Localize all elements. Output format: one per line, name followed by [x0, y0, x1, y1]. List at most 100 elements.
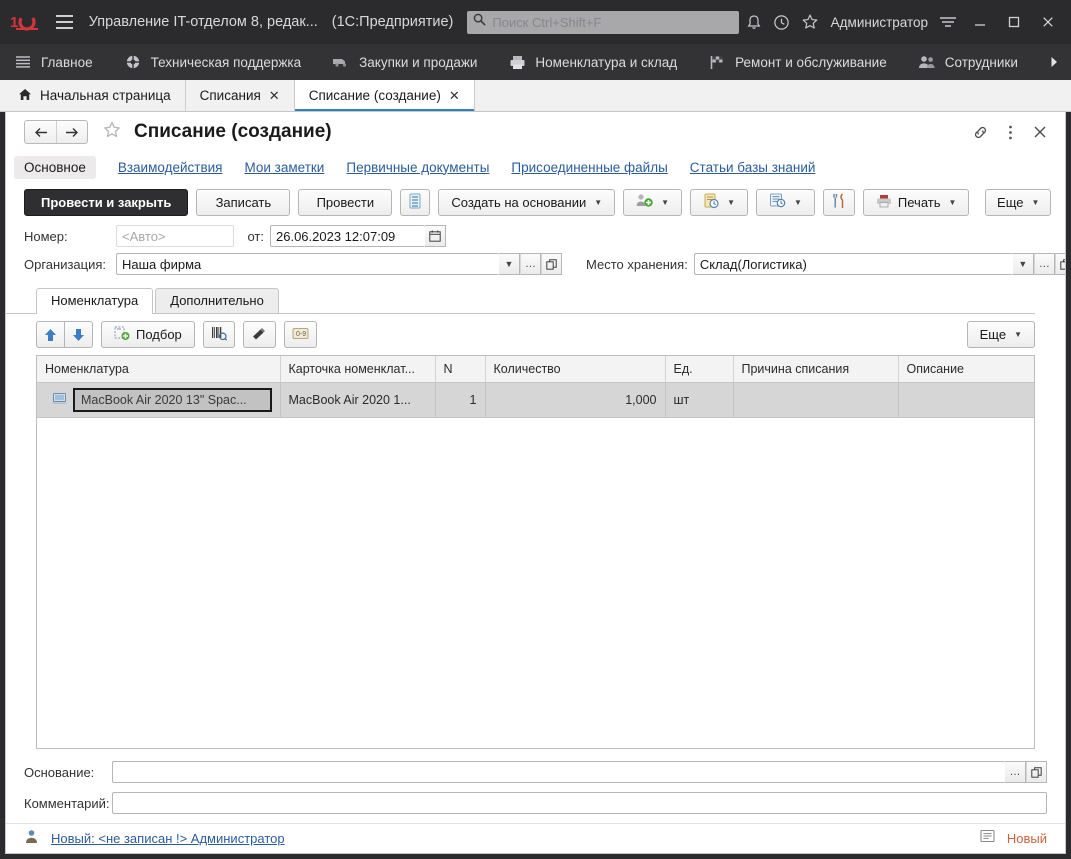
search-input[interactable]: Поиск Ctrl+Shift+F: [467, 11, 739, 34]
maximize-button[interactable]: [997, 7, 1031, 37]
open-record-icon[interactable]: [1026, 761, 1047, 783]
inner-tab-dopolnitelno[interactable]: Дополнительно: [155, 288, 279, 313]
tab-home-page[interactable]: Начальная страница: [6, 80, 186, 111]
close-button[interactable]: [1031, 7, 1065, 37]
post-and-close-button[interactable]: Провести и закрыть: [24, 189, 188, 216]
cell-quantity[interactable]: 1,000: [485, 383, 665, 418]
report-book-button[interactable]: [400, 189, 430, 216]
menu-item-zakupki-i-prodazhi[interactable]: Закупки и продажи: [332, 44, 492, 80]
chevron-down-icon[interactable]: ▼: [1013, 253, 1034, 275]
cell-description[interactable]: [898, 383, 1034, 418]
navlink-stati-bazy-znaniy[interactable]: Статьи базы знаний: [690, 160, 816, 175]
menu-item-glavnoe[interactable]: Главное: [14, 44, 108, 80]
menu-item-nomenklatura-i-sklad[interactable]: Номенклатура и склад: [508, 44, 692, 80]
organization-row: Организация: Наша фирма ▼ …: [6, 250, 562, 278]
cell-n[interactable]: 1: [435, 383, 485, 418]
open-record-icon[interactable]: [541, 253, 562, 275]
organization-input[interactable]: Наша фирма: [116, 253, 499, 275]
people-icon: [918, 53, 936, 71]
settings-lines-icon[interactable]: [934, 7, 962, 37]
cell-unit[interactable]: шт: [665, 383, 733, 418]
ellipsis-select-icon[interactable]: …: [1005, 761, 1026, 783]
status-link[interactable]: Новый: <не записан !> Администратор: [51, 831, 285, 846]
ellipsis-select-icon[interactable]: …: [1034, 253, 1055, 275]
col-description[interactable]: Описание: [898, 356, 1034, 383]
navlink-pervichnye-dokumenty[interactable]: Первичные документы: [346, 160, 489, 175]
arrow-left-icon[interactable]: [25, 121, 56, 143]
date-label: от:: [234, 229, 270, 244]
cell-nomenclature[interactable]: MacBook Air 2020 13" Spac...: [37, 383, 280, 418]
star-outline-icon[interactable]: [102, 120, 122, 145]
history-clock-icon[interactable]: [768, 7, 796, 37]
write-button[interactable]: Записать: [196, 189, 290, 216]
col-quantity[interactable]: Количество: [485, 356, 665, 383]
cell-reason[interactable]: [733, 383, 898, 418]
arrow-up-blue-icon[interactable]: [36, 321, 65, 348]
menu-more-button[interactable]: [1037, 44, 1071, 80]
pick-label: Подбор: [136, 327, 182, 342]
create-based-on-button[interactable]: Создать на основании ▼: [438, 189, 615, 216]
pick-button[interactable]: Подбор: [101, 321, 195, 348]
inner-tab-nomenklatura[interactable]: Номенклатура: [36, 288, 153, 313]
barcode-scan-button[interactable]: [203, 321, 235, 348]
tab-close-icon[interactable]: ✕: [269, 89, 280, 102]
link-icon[interactable]: [965, 117, 995, 147]
current-user-label[interactable]: Администратор: [825, 15, 934, 30]
col-nomenclature[interactable]: Номенклатура: [37, 356, 280, 383]
navlink-osnovnoe[interactable]: Основное: [14, 156, 96, 179]
barcode-scan-icon: [211, 326, 227, 344]
chevron-down-icon[interactable]: ▼: [499, 253, 520, 275]
kebab-menu-icon[interactable]: [995, 117, 1025, 147]
date-input[interactable]: 26.06.2023 12:07:09: [270, 225, 425, 247]
minimize-button[interactable]: [963, 7, 997, 37]
cell-card[interactable]: MacBook Air 2020 1...: [280, 383, 435, 418]
table-empty-area[interactable]: [37, 418, 1034, 748]
menu-item-remont-i-obsluzhivanie[interactable]: Ремонт и обслуживание: [708, 44, 902, 80]
navlink-vzaimodeystviya[interactable]: Взаимодействия: [118, 160, 223, 175]
tab-spisanie-sozdanie[interactable]: Списание (создание) ✕: [295, 80, 475, 111]
digits-box-button[interactable]: 0-9: [284, 321, 317, 348]
col-card[interactable]: Карточка номенклат...: [280, 356, 435, 383]
hamburger-icon[interactable]: [50, 9, 78, 35]
add-contact-button[interactable]: ▼: [623, 189, 682, 216]
arrow-right-icon[interactable]: [56, 121, 87, 143]
basis-input[interactable]: [112, 761, 1005, 783]
print-label: Печать: [898, 195, 941, 210]
favorites-star-icon[interactable]: [796, 7, 824, 37]
bell-icon[interactable]: [739, 7, 767, 37]
scanner-wand-button[interactable]: [243, 321, 276, 348]
col-reason[interactable]: Причина списания: [733, 356, 898, 383]
post-button[interactable]: Провести: [298, 189, 392, 216]
page-title: Списание (создание): [134, 121, 332, 143]
chevron-down-icon: ▼: [661, 198, 669, 207]
1c-logo: 1: [10, 11, 42, 33]
tab-spisaniya[interactable]: Списания ✕: [186, 80, 295, 111]
ellipsis-select-icon[interactable]: …: [520, 253, 541, 275]
doc-history-button[interactable]: ▼: [690, 189, 748, 216]
navlink-moi-zametki[interactable]: Мои заметки: [244, 160, 324, 175]
comment-input[interactable]: [112, 792, 1047, 814]
tools-button[interactable]: [823, 189, 855, 216]
arrow-down-blue-icon[interactable]: [65, 321, 93, 348]
open-record-icon[interactable]: [1055, 253, 1066, 275]
more-button[interactable]: Еще ▼: [985, 189, 1051, 216]
title-bar: 1 Управление IT-отделом 8, редак... (1С:…: [0, 0, 1071, 44]
storage-input[interactable]: Склад(Логистика): [694, 253, 1013, 275]
bottom-fields: Основание: … Комментарий:: [6, 749, 1065, 823]
selected-cell-editor[interactable]: MacBook Air 2020 13" Spac...: [73, 388, 272, 412]
chevron-down-icon: ▼: [727, 198, 735, 207]
number-input[interactable]: <Авто>: [116, 225, 234, 247]
menu-item-tehnicheskaya-podderzhka[interactable]: Техническая поддержка: [124, 44, 317, 80]
calendar-icon[interactable]: [425, 225, 446, 247]
col-n[interactable]: N: [435, 356, 485, 383]
table-row[interactable]: MacBook Air 2020 13" Spac... MacBook Air…: [37, 383, 1034, 418]
table-more-button[interactable]: Еще ▼: [967, 321, 1035, 348]
print-button[interactable]: Печать ▼: [863, 189, 970, 216]
search-placeholder: Поиск Ctrl+Shift+F: [492, 15, 601, 30]
close-icon[interactable]: [1025, 117, 1055, 147]
col-unit[interactable]: Ед.: [665, 356, 733, 383]
navlink-prisoedinennye-fayly[interactable]: Присоединенные файлы: [511, 160, 667, 175]
register-records-button[interactable]: ▼: [756, 189, 815, 216]
tab-close-icon[interactable]: ✕: [449, 89, 460, 102]
menu-item-sotrudniki[interactable]: Сотрудники: [918, 44, 1033, 80]
